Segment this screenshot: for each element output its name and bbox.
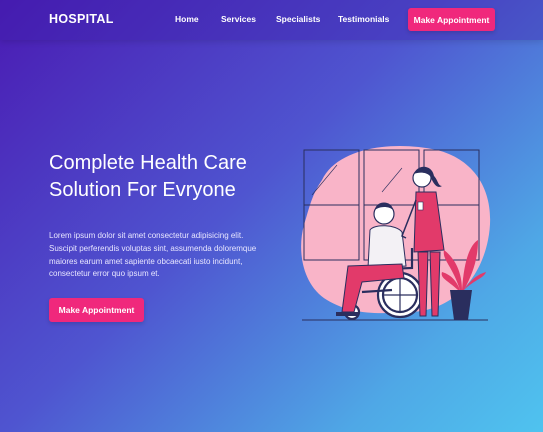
hero-title: Complete Health Care Solution For Evryon…	[49, 152, 247, 201]
nav-link-home[interactable]: Home	[175, 14, 199, 24]
nav-link-specialists[interactable]: Specialists	[276, 14, 320, 24]
nurse-wheelchair-illustration	[301, 145, 491, 321]
brand-logo[interactable]: HOSPITAL	[49, 12, 114, 26]
nav-link-services[interactable]: Services	[221, 14, 256, 24]
hero-description: Lorem ipsum dolor sit amet consectetur a…	[49, 231, 257, 279]
make-appointment-hero-button[interactable]: Make Appointment	[49, 298, 144, 322]
make-appointment-nav-button[interactable]: Make Appointment	[408, 8, 495, 31]
nav-link-testimonials[interactable]: Testimonials	[338, 14, 389, 24]
navbar: HOSPITAL Home Services Specialists Testi…	[0, 0, 543, 40]
